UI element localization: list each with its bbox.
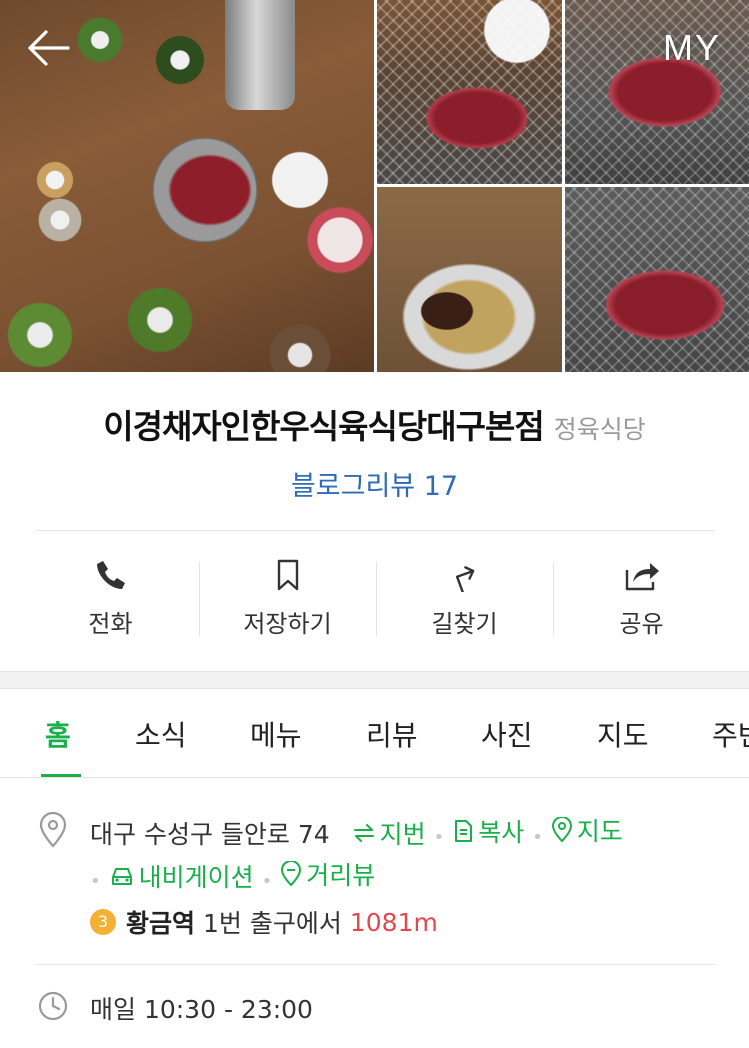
action-label: 저장하기 [243, 610, 332, 638]
divider [36, 964, 715, 965]
address-text: 대구 수성구 들안로 74 [90, 820, 330, 849]
save-button[interactable]: 저장하기 [199, 556, 376, 648]
distance-text: 1081m [349, 907, 438, 937]
jibun-link[interactable]: 지번 [352, 815, 426, 851]
navigation-label: 내비게이션 [138, 863, 254, 892]
photo-thumb-4[interactable] [565, 187, 749, 372]
photo-thumb-2[interactable] [565, 0, 749, 184]
location-pin-icon [39, 812, 67, 848]
street-view-label: 거리뷰 [306, 861, 376, 890]
phone-icon [96, 561, 125, 589]
tab-reviews[interactable]: 리뷰 [366, 714, 418, 754]
separator-dot: • [532, 827, 543, 848]
separator-dot: • [433, 827, 445, 848]
photo-thumb-1[interactable] [377, 0, 562, 184]
street-view-icon [281, 861, 302, 887]
back-button[interactable] [24, 26, 72, 70]
bookmark-icon [277, 559, 298, 591]
navigation-link[interactable]: 내비게이션 [109, 858, 254, 894]
photo-thumb-3[interactable] [377, 187, 562, 372]
address-actions-line: • 내비게이션 • 거리뷰 [90, 856, 375, 894]
directions-button[interactable]: 길찾기 [376, 556, 553, 648]
station-name: 황금역 [126, 909, 196, 938]
action-label: 공유 [619, 610, 664, 638]
action-label: 전화 [88, 610, 133, 638]
copy-icon [455, 820, 473, 842]
subway-line-badge: 3 [90, 909, 116, 935]
tab-home[interactable]: 홈 [45, 714, 71, 754]
active-tab-indicator [41, 774, 81, 777]
map-link[interactable]: 지도 [551, 812, 623, 848]
map-pin-icon [551, 817, 572, 843]
photo-gallery[interactable]: MY [0, 0, 749, 372]
action-label: 길찾기 [431, 610, 498, 638]
tab-bar: 홈 소식 메뉴 리뷰 사진 지도 주변 [0, 690, 749, 778]
tab-map[interactable]: 지도 [597, 714, 649, 754]
tab-news[interactable]: 소식 [135, 714, 187, 754]
my-button[interactable]: MY [663, 26, 721, 70]
map-label: 지도 [576, 817, 623, 846]
address-line: 대구 수성구 들안로 74 지번 • 복사 • 지도 [90, 812, 623, 851]
separator-dot: • [90, 871, 101, 892]
separator-dot: • [261, 871, 273, 892]
business-hours: 매일 10:30 - 23:00 [90, 995, 313, 1024]
street-view-link[interactable]: 거리뷰 [280, 856, 375, 892]
car-icon [111, 868, 132, 885]
tab-photos[interactable]: 사진 [481, 714, 533, 754]
divider [36, 530, 715, 531]
swap-icon [353, 824, 374, 842]
tab-nearby[interactable]: 주변 [712, 714, 749, 754]
tab-menu[interactable]: 메뉴 [250, 714, 302, 754]
place-category: 정육식당 [553, 415, 646, 444]
clock-icon [38, 991, 68, 1021]
title-row: 이경채자인한우식육식당대구본점 정육식당 [0, 400, 749, 448]
share-icon [625, 563, 659, 591]
section-separator [0, 671, 749, 689]
copy-link[interactable]: 복사 [452, 813, 524, 849]
exit-text: 1번 출구에서 [203, 909, 342, 938]
action-bar: 전화 저장하기 길찾기 공유 [22, 556, 730, 648]
share-button[interactable]: 공유 [553, 556, 730, 648]
blog-review-link[interactable]: 블로그리뷰 17 [0, 464, 749, 503]
directions-icon [455, 566, 474, 592]
place-name: 이경채자인한우식육식당대구본점 [103, 407, 544, 446]
call-button[interactable]: 전화 [22, 556, 199, 648]
copy-label: 복사 [478, 818, 525, 847]
subway-info: 3 황금역 1번 출구에서 1081m [90, 904, 438, 940]
jibun-label: 지번 [379, 820, 426, 849]
arrow-left-icon [28, 30, 70, 66]
